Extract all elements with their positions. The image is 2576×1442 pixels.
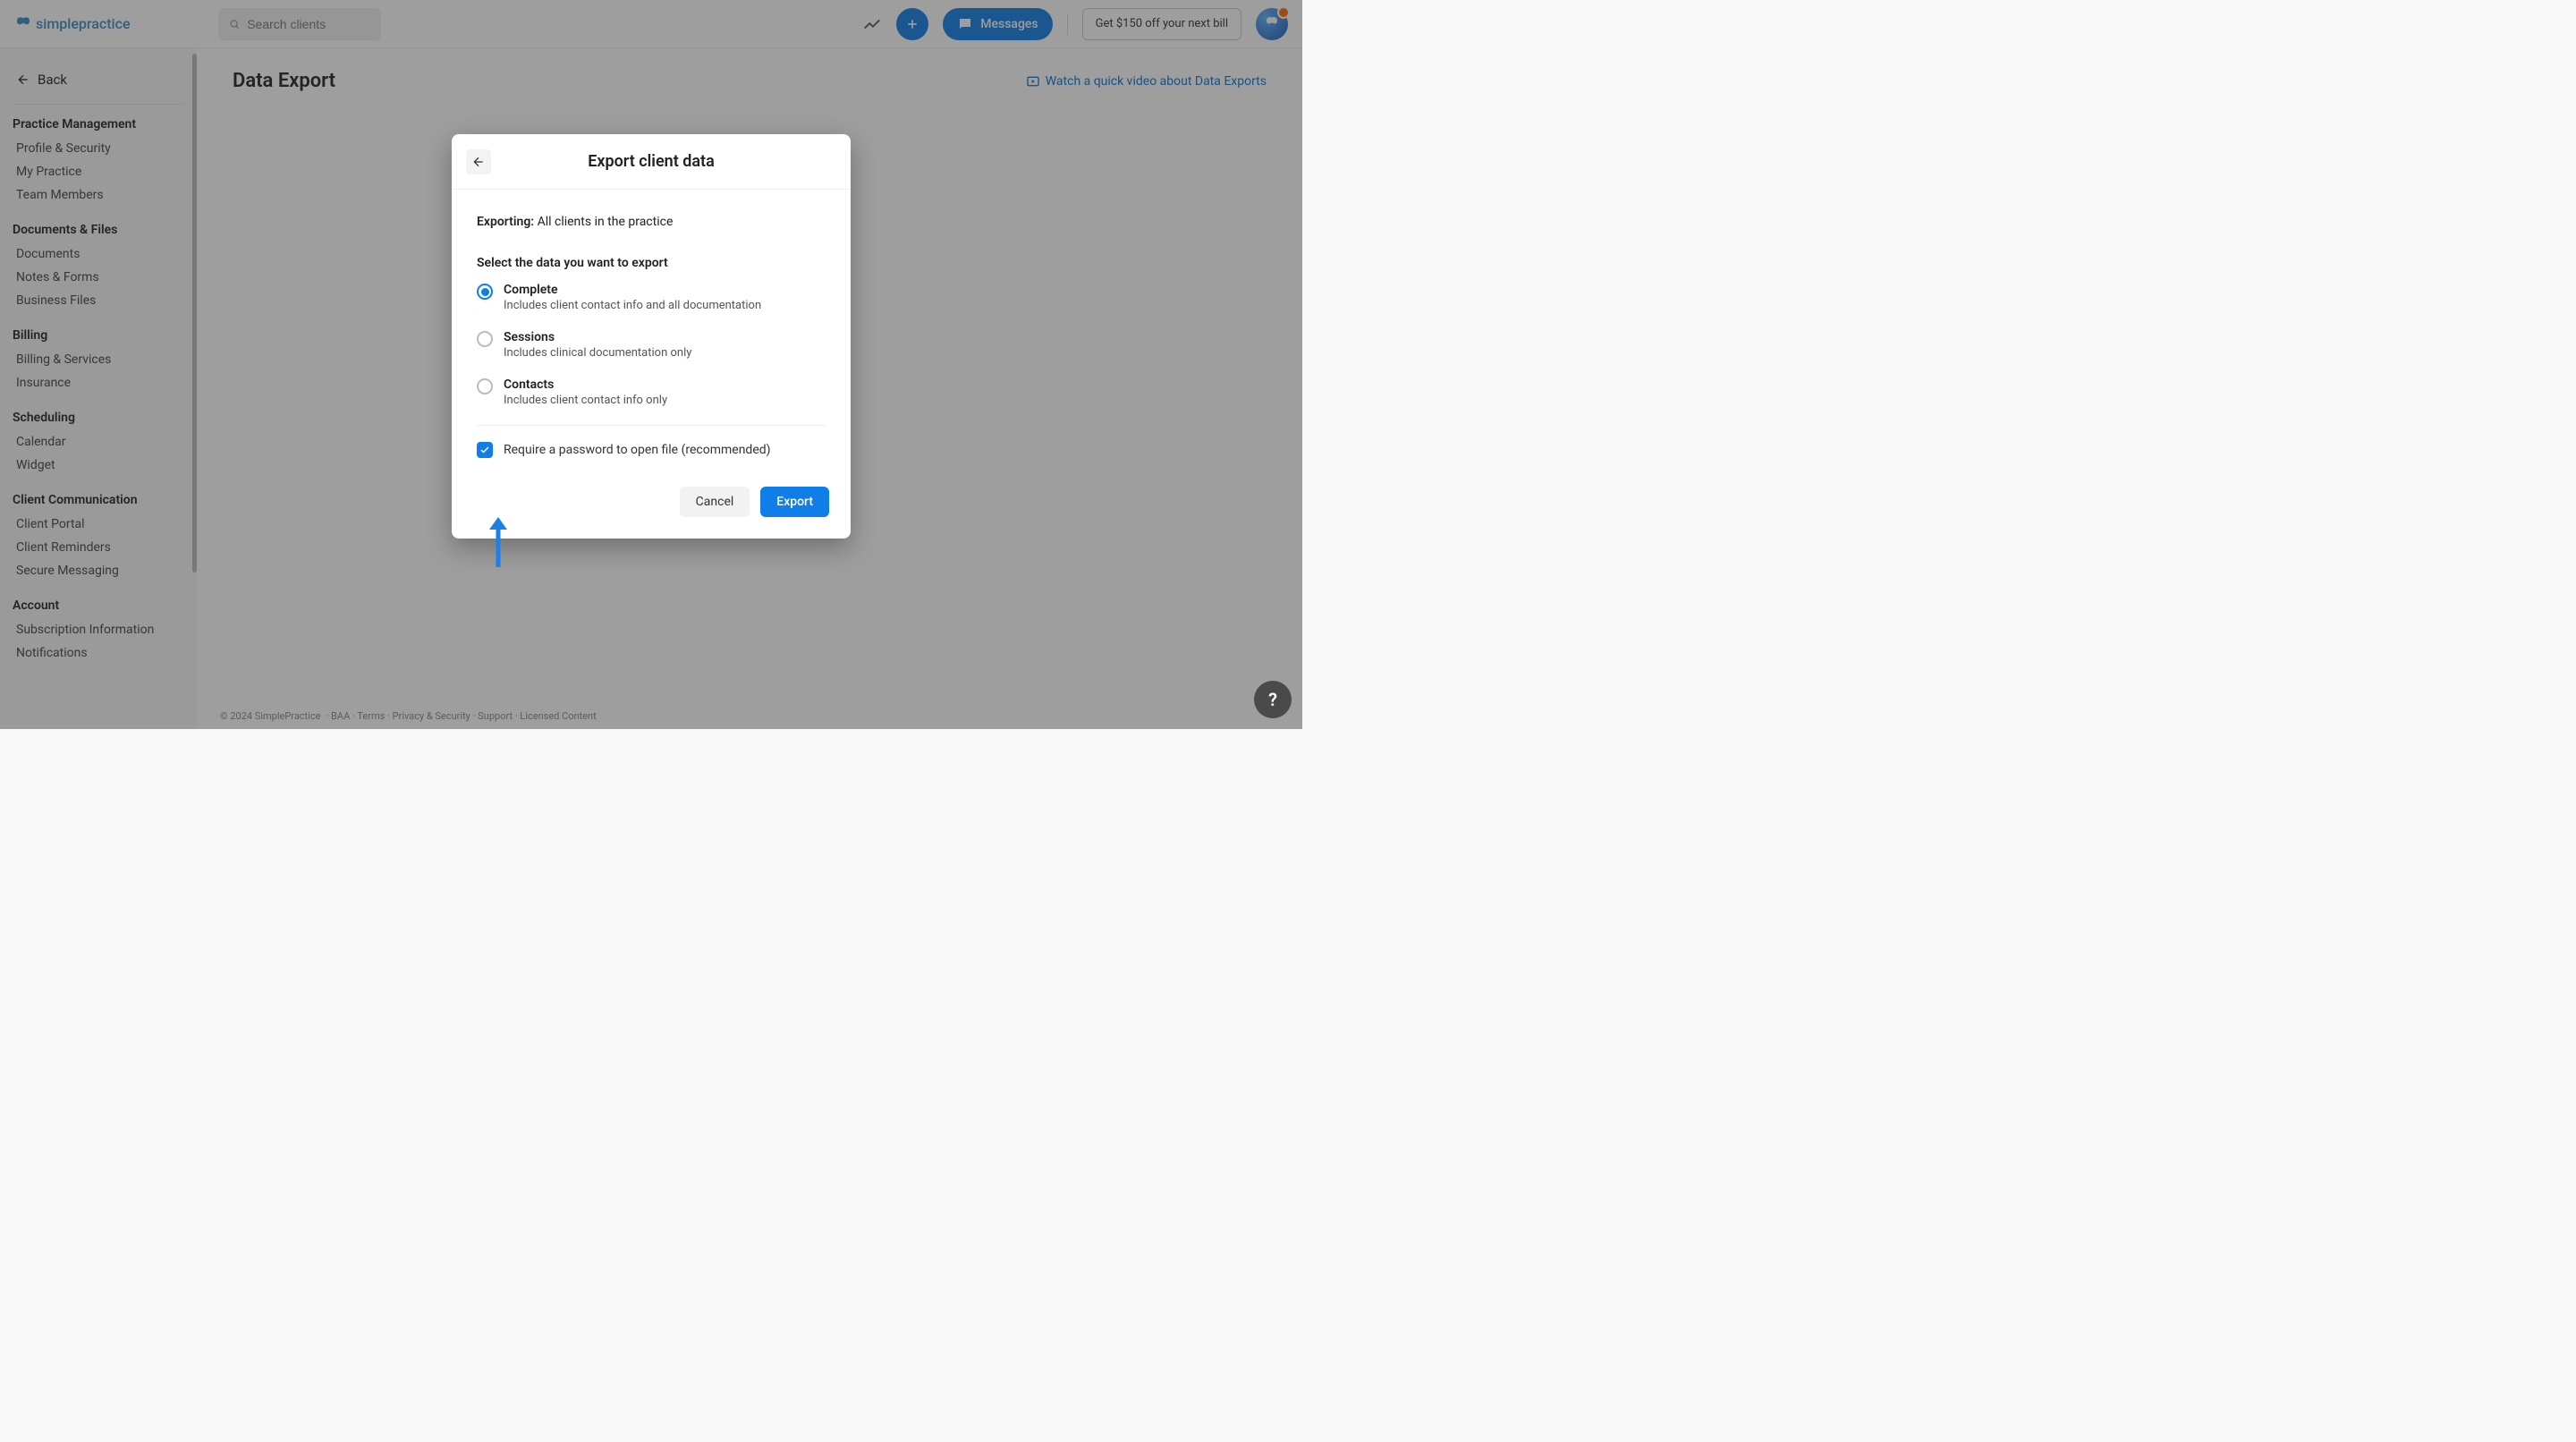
modal-back-button[interactable] [466, 149, 491, 174]
password-label: Require a password to open file (recomme… [504, 443, 771, 457]
divider [477, 425, 826, 426]
select-data-label: Select the data you want to export [477, 256, 826, 270]
modal-overlay: Export client data Exporting: All client… [0, 0, 1302, 729]
exporting-scope: Exporting: All clients in the practice [477, 215, 826, 229]
option-desc: Includes client contact info and all doc… [504, 299, 761, 312]
option-desc: Includes clinical documentation only [504, 346, 691, 360]
export-button[interactable]: Export [760, 487, 829, 517]
modal-header: Export client data [452, 134, 851, 190]
radio-button[interactable] [477, 378, 493, 394]
modal-body: Exporting: All clients in the practice S… [452, 190, 851, 467]
modal-footer: Cancel Export [452, 467, 851, 539]
radio-button[interactable] [477, 331, 493, 347]
export-option[interactable]: Complete Includes client contact info and… [477, 283, 826, 312]
option-desc: Includes client contact info only [504, 394, 667, 407]
radio-button[interactable] [477, 284, 493, 300]
password-checkbox[interactable] [477, 442, 493, 458]
cancel-button[interactable]: Cancel [680, 487, 750, 517]
export-modal: Export client data Exporting: All client… [452, 134, 851, 539]
option-title: Complete [504, 283, 761, 297]
export-option[interactable]: Contacts Includes client contact info onl… [477, 377, 826, 407]
help-button[interactable]: ? [1254, 681, 1292, 718]
check-icon [479, 445, 490, 455]
exporting-label: Exporting: [477, 215, 534, 229]
modal-title: Export client data [588, 152, 715, 171]
export-option[interactable]: Sessions Includes clinical documentation … [477, 330, 826, 360]
password-checkbox-row[interactable]: Require a password to open file (recomme… [477, 442, 826, 458]
help-glyph: ? [1268, 689, 1277, 710]
arrow-left-icon [471, 155, 486, 169]
option-title: Contacts [504, 377, 667, 392]
option-title: Sessions [504, 330, 691, 344]
exporting-value: All clients in the practice [538, 215, 674, 229]
